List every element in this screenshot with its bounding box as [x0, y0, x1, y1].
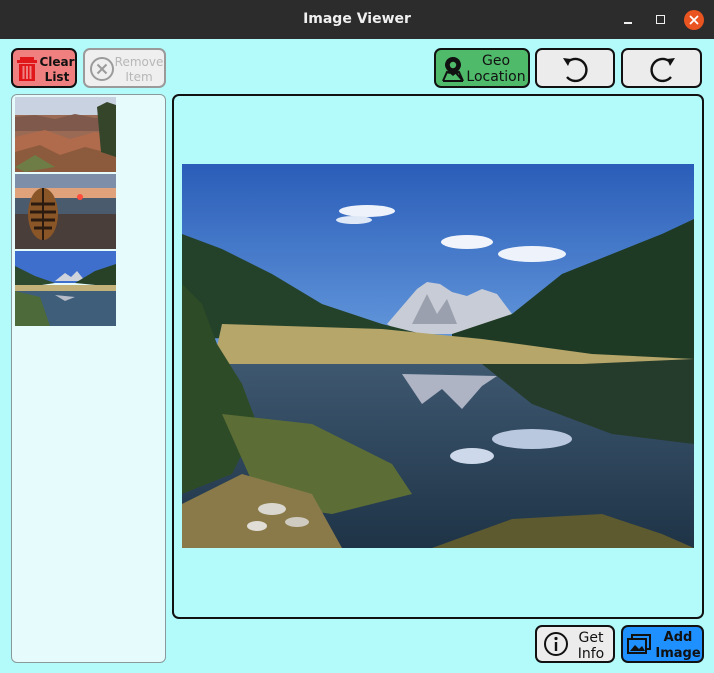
image-display-panel: [172, 94, 704, 619]
add-image-button[interactable]: Add Image: [621, 625, 704, 663]
thumbnail-tiger-egg-sunset[interactable]: [15, 174, 116, 249]
image-viewer-window: Image Viewer Clear List Remove Item Geo …: [0, 0, 714, 673]
trash-icon: [17, 57, 37, 81]
maximize-icon: [656, 15, 665, 24]
clear-list-label: Clear List: [39, 55, 75, 84]
tiger-egg-image: [15, 174, 116, 249]
canyon-image: [15, 97, 116, 172]
images-icon: [627, 634, 651, 654]
rotate-ccw-icon: [563, 57, 588, 83]
add-image-label: Add Image: [655, 630, 701, 661]
main-image: [182, 164, 694, 548]
thumbnail-mountain-lake[interactable]: [15, 251, 116, 326]
get-info-button[interactable]: Get Info: [535, 625, 615, 663]
minimize-button[interactable]: [618, 10, 638, 30]
x-circle-icon: [90, 57, 114, 81]
maximize-button[interactable]: [651, 10, 671, 30]
geo-location-label: Geo Location: [466, 53, 526, 85]
rotate-right-button[interactable]: [621, 48, 702, 88]
remove-item-button[interactable]: Remove Item: [83, 48, 166, 88]
info-icon: [544, 632, 568, 656]
thumbnail-canyon[interactable]: [15, 97, 116, 172]
minimize-icon: [624, 22, 632, 24]
close-icon: [689, 15, 699, 25]
close-button[interactable]: [684, 10, 704, 30]
thumbnail-list[interactable]: [11, 94, 166, 663]
mountain-lake-image: [15, 251, 116, 326]
get-info-label: Get Info: [577, 630, 605, 662]
window-title: Image Viewer: [303, 11, 411, 27]
rotate-left-button[interactable]: [535, 48, 615, 88]
clear-list-button[interactable]: Clear List: [11, 48, 77, 88]
remove-item-label: Remove Item: [114, 55, 164, 84]
mountain-lake-photo: [182, 164, 694, 548]
map-pin-icon: [442, 57, 464, 82]
geo-location-button[interactable]: Geo Location: [434, 48, 530, 88]
rotate-cw-icon: [650, 57, 675, 83]
title-bar[interactable]: Image Viewer: [0, 0, 714, 39]
